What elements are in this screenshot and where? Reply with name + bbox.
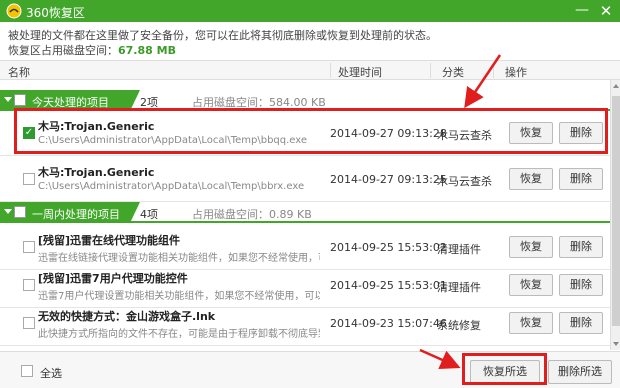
row-checkbox[interactable] (23, 241, 35, 253)
item-time: 2014-09-23 15:07:46 (330, 317, 447, 330)
chevron-down-icon[interactable] (4, 209, 12, 214)
column-header: 名称 处理时间 分类 操作 (0, 60, 620, 80)
select-all-checkbox[interactable] (21, 365, 33, 377)
restore-button[interactable]: 恢复 (509, 312, 553, 334)
group-disk-space: 占用磁盘空间：0.89 KB (192, 208, 312, 221)
title-bar: 360恢复区 — ✕ (0, 0, 620, 22)
minimize-button[interactable]: — (572, 0, 592, 22)
restore-selected-button[interactable]: 恢复所选 (470, 360, 540, 384)
scroll-down-icon[interactable] (613, 342, 619, 346)
row-checkbox[interactable]: ✓ (23, 127, 35, 139)
delete-button[interactable]: 删除 (559, 236, 603, 258)
item-time: 2014-09-27 09:13:25 (330, 173, 447, 186)
item-name: 无效的快捷方式：金山游戏盒子.lnk (38, 310, 216, 323)
item-time: 2014-09-27 09:13:28 (330, 127, 447, 140)
column-time[interactable]: 处理时间 (338, 64, 382, 80)
window-title: 360恢复区 (26, 6, 85, 20)
item-category: 系统修复 (437, 319, 481, 332)
table-row[interactable]: ✓ 木马:Trojan.Generic C:\Users\Administrat… (0, 110, 610, 156)
item-category: 木马云查杀 (437, 175, 492, 188)
item-path: 此快捷方式所指向的文件不存在，可能是由于程序卸载不彻底导致，或... (38, 329, 320, 340)
item-time: 2014-09-25 15:53:01 (330, 279, 447, 292)
item-category: 木马云查杀 (437, 129, 492, 142)
delete-button[interactable]: 删除 (559, 274, 603, 296)
vertical-scrollbar[interactable] (610, 80, 620, 350)
item-name: 木马:Trojan.Generic (38, 166, 155, 179)
group-label: 今天处理的项目 (32, 96, 109, 109)
item-path: C:\Users\Administrator\AppData\Local\Tem… (38, 181, 305, 192)
column-name[interactable]: 名称 (8, 64, 30, 80)
row-checkbox[interactable] (23, 279, 35, 291)
item-category: 清理插件 (437, 243, 481, 256)
delete-button[interactable]: 删除 (559, 312, 603, 334)
item-name: 木马:Trojan.Generic (38, 120, 155, 133)
group-this-week: 一周内处理的项目 4项 占用磁盘空间：0.89 KB (0, 202, 610, 224)
group-tab-edge (130, 202, 140, 223)
column-divider (430, 63, 431, 78)
restore-button[interactable]: 恢复 (509, 122, 553, 144)
360-logo-icon (6, 3, 22, 19)
row-checkbox[interactable] (23, 173, 35, 185)
row-checkbox[interactable] (23, 317, 35, 329)
item-category: 清理插件 (437, 281, 481, 294)
item-path: C:\Users\Administrator\AppData\Local\Tem… (38, 135, 308, 146)
item-time: 2014-09-25 15:53:02 (330, 241, 447, 254)
group-checkbox[interactable] (14, 206, 26, 218)
restore-button[interactable]: 恢复 (509, 168, 553, 190)
delete-button[interactable]: 删除 (559, 122, 603, 144)
delete-selected-button[interactable]: 删除所选 (548, 360, 612, 384)
item-name: [残留]迅雷在线代理功能组件 (38, 234, 181, 247)
scrollbar-thumb[interactable] (612, 96, 620, 326)
delete-button[interactable]: 删除 (559, 168, 603, 190)
group-checkbox[interactable] (14, 94, 26, 106)
disk-usage-value: 67.88 MB (118, 44, 176, 57)
group-count: 2项 (140, 96, 158, 109)
select-all-label[interactable]: 全选 (40, 365, 62, 381)
restore-button[interactable]: 恢复 (509, 236, 553, 258)
group-today: 今天处理的项目 2项 占用磁盘空间：584.00 KB (0, 90, 610, 112)
column-divider (330, 63, 331, 78)
table-row[interactable]: 木马:Trojan.Generic C:\Users\Administrator… (0, 156, 610, 202)
restore-button[interactable]: 恢复 (509, 274, 553, 296)
description-text: 被处理的文件都在这里做了安全备份，您可以在此将其彻底删除或恢复到处理前的状态。 (8, 29, 437, 42)
disk-usage: 恢复区占用磁盘空间：67.88 MB (8, 42, 176, 58)
group-label: 一周内处理的项目 (32, 208, 120, 221)
scroll-up-icon[interactable] (613, 84, 619, 88)
column-divider (493, 63, 494, 78)
footer-bar: 全选 恢复所选 删除所选 (0, 351, 620, 388)
column-category[interactable]: 分类 (442, 64, 464, 80)
disk-usage-label: 恢复区占用磁盘空间： (8, 44, 118, 57)
chevron-down-icon[interactable] (4, 97, 12, 102)
table-row[interactable]: 无效的快捷方式：金山游戏盒子.lnk 此快捷方式所指向的文件不存在，可能是由于程… (0, 300, 610, 346)
item-name: [残留]迅雷7用户代理功能控件 (38, 272, 188, 285)
group-disk-space: 占用磁盘空间：584.00 KB (192, 96, 326, 109)
column-action: 操作 (505, 66, 527, 79)
group-count: 4项 (140, 208, 158, 221)
group-tab-edge (130, 90, 140, 111)
close-icon[interactable]: ✕ (596, 0, 616, 22)
